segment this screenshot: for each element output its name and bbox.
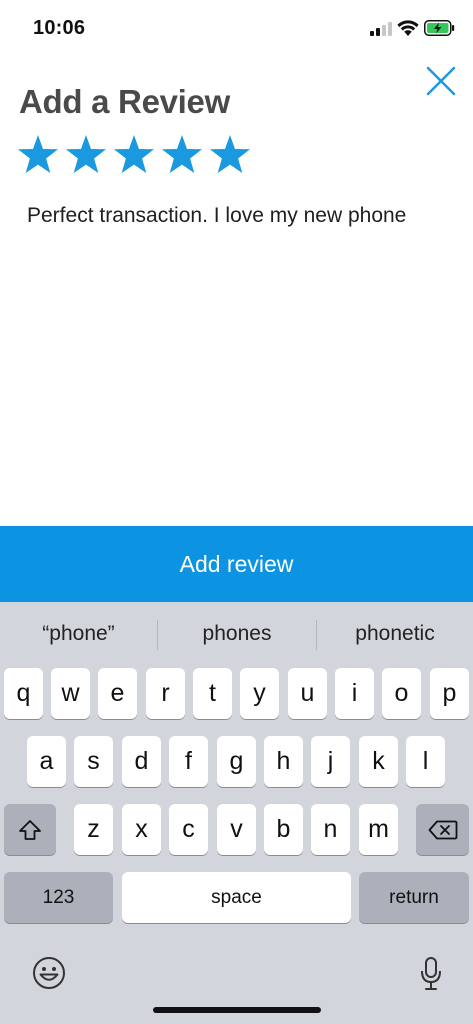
key-k[interactable]: k	[359, 736, 398, 787]
review-text-field[interactable]: Perfect transaction. I love my new phone	[27, 204, 406, 228]
key-s[interactable]: s	[74, 736, 113, 787]
key-b[interactable]: b	[264, 804, 303, 855]
key-p[interactable]: p	[430, 668, 469, 719]
key-v[interactable]: v	[217, 804, 256, 855]
key-t[interactable]: t	[193, 668, 232, 719]
key-h[interactable]: h	[264, 736, 303, 787]
star-icon-1[interactable]	[17, 134, 59, 174]
status-bar: 10:06	[0, 0, 473, 56]
shift-key[interactable]	[4, 804, 56, 855]
key-n[interactable]: n	[311, 804, 350, 855]
microphone-icon[interactable]	[419, 956, 443, 992]
key-r[interactable]: r	[146, 668, 185, 719]
key-z[interactable]: z	[74, 804, 113, 855]
cellular-signal-icon	[370, 22, 392, 36]
key-m[interactable]: m	[359, 804, 398, 855]
battery-charging-icon	[424, 20, 455, 36]
star-icon-5[interactable]	[209, 134, 251, 174]
key-x[interactable]: x	[122, 804, 161, 855]
wifi-icon	[397, 20, 419, 36]
suggestion-item[interactable]: phonetic	[317, 602, 473, 666]
shift-icon	[19, 819, 41, 840]
key-i[interactable]: i	[335, 668, 374, 719]
key-c[interactable]: c	[169, 804, 208, 855]
key-d[interactable]: d	[122, 736, 161, 787]
space-key[interactable]: space	[122, 872, 351, 923]
star-rating	[17, 134, 251, 174]
add-review-button[interactable]: Add review	[0, 526, 473, 602]
key-u[interactable]: u	[288, 668, 327, 719]
numbers-key[interactable]: 123	[4, 872, 113, 923]
add-review-label: Add review	[179, 550, 294, 577]
key-l[interactable]: l	[406, 736, 445, 787]
page-title: Add a Review	[19, 83, 230, 120]
suggestion-item[interactable]: phones	[158, 602, 316, 666]
home-indicator[interactable]	[153, 1007, 321, 1013]
delete-key[interactable]	[416, 804, 469, 855]
key-q[interactable]: q	[4, 668, 43, 719]
key-w[interactable]: w	[51, 668, 90, 719]
status-time: 10:06	[33, 17, 86, 39]
return-key[interactable]: return	[359, 872, 469, 923]
key-o[interactable]: o	[382, 668, 421, 719]
close-icon[interactable]	[424, 64, 458, 98]
key-g[interactable]: g	[217, 736, 256, 787]
delete-icon	[428, 820, 457, 839]
key-f[interactable]: f	[169, 736, 208, 787]
key-e[interactable]: e	[98, 668, 137, 719]
emoji-icon[interactable]	[32, 956, 66, 990]
star-icon-2[interactable]	[65, 134, 107, 174]
suggestion-item[interactable]: “phone”	[0, 602, 157, 666]
key-a[interactable]: a	[27, 736, 66, 787]
star-icon-3[interactable]	[113, 134, 155, 174]
suggestion-bar: “phone” phones phonetic	[0, 602, 473, 666]
key-j[interactable]: j	[311, 736, 350, 787]
key-y[interactable]: y	[240, 668, 279, 719]
star-icon-4[interactable]	[161, 134, 203, 174]
